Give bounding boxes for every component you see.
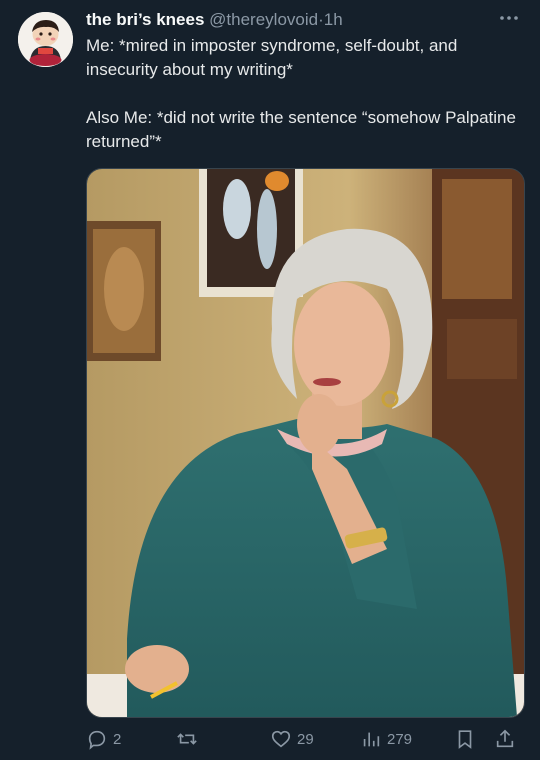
share-icon [496,729,514,748]
avatar-illustration [18,12,73,67]
reply-button[interactable]: 2 [86,722,121,756]
author-handle[interactable]: @thereylovoid [209,10,318,29]
like-button[interactable]: 29 [270,722,314,756]
photo-icon [87,169,524,717]
more-options-icon[interactable] [498,10,520,26]
post-time[interactable]: 1h [324,10,343,29]
bookmark-button[interactable] [454,722,476,756]
post-actions: 2 29 279 [80,722,530,756]
like-count: 29 [297,730,314,748]
retweet-icon [177,733,197,745]
reply-icon [88,730,106,750]
views-count: 279 [387,730,413,748]
views-bar-chart-icon [363,732,380,747]
post-text-line1: Me: *mired in imposter syndrome, self-do… [86,36,458,79]
bookmark-icon [458,730,472,749]
post-text: Me: *mired in imposter syndrome, self-do… [86,34,522,154]
retweet-button[interactable] [176,722,203,756]
views-button[interactable]: 279 [360,722,412,756]
share-button[interactable] [494,722,516,756]
post-text-line2: Also Me: *did not write the sentence “so… [86,108,516,151]
heart-icon [271,730,291,748]
post-media-photo[interactable] [86,168,525,718]
post-header: the bri’s knees @thereylovoid·1h [86,8,520,32]
avatar[interactable] [18,12,73,67]
author-name[interactable]: the bri’s knees [86,10,204,29]
reply-count: 2 [113,730,122,748]
